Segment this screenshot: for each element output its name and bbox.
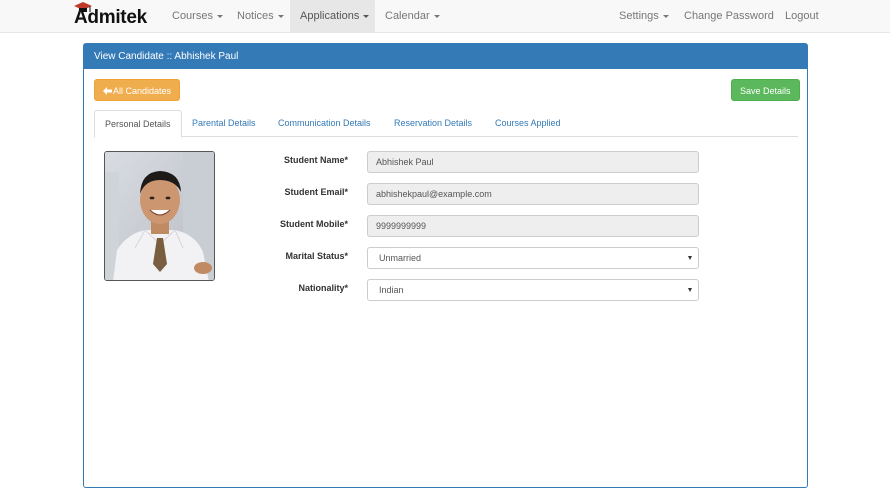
- tab-reservation-details[interactable]: Reservation Details: [384, 110, 482, 137]
- student-mobile-label: Student Mobile*: [280, 219, 348, 229]
- student-email-field[interactable]: abhishekpaul@example.com: [367, 183, 699, 205]
- candidate-photo: [104, 151, 215, 281]
- candidate-panel: View Candidate :: Abhishek Paul All Cand…: [83, 43, 808, 488]
- nav-calendar[interactable]: Calendar: [375, 0, 450, 33]
- arrow-left-icon: [103, 87, 112, 95]
- nav-change-password-label: Change Password: [684, 10, 774, 22]
- tab-personal-details[interactable]: Personal Details: [94, 110, 182, 138]
- save-details-button[interactable]: Save Details: [731, 79, 800, 101]
- all-candidates-button[interactable]: All Candidates: [94, 79, 181, 101]
- caret-down-icon: [277, 14, 284, 18]
- details-tabs: Personal Details Parental Details Commun…: [94, 110, 798, 138]
- top-navbar: Admitek Courses Notices Applications Cal…: [0, 0, 890, 33]
- save-details-label: Save Details: [740, 86, 791, 96]
- nav-settings-label: Settings: [619, 10, 659, 22]
- dropdown-arrow-icon: [688, 256, 692, 260]
- brand-logo[interactable]: Admitek: [74, 2, 147, 29]
- nav-courses[interactable]: Courses: [162, 0, 233, 33]
- marital-status-select[interactable]: Unmarried: [367, 247, 699, 269]
- student-mobile-field[interactable]: 9999999999: [367, 215, 699, 237]
- nav-notices-label: Notices: [237, 10, 274, 22]
- caret-down-icon: [662, 14, 669, 18]
- nav-courses-label: Courses: [172, 10, 213, 22]
- nav-settings[interactable]: Settings: [609, 0, 679, 33]
- caret-down-icon: [363, 14, 370, 18]
- graduation-cap-icon: [74, 2, 92, 12]
- nav-applications-label: Applications: [300, 10, 360, 22]
- dropdown-arrow-icon: [688, 288, 692, 292]
- nationality-select[interactable]: Indian: [367, 279, 699, 301]
- nav-logout[interactable]: Logout: [775, 0, 829, 33]
- tab-courses-applied[interactable]: Courses Applied: [485, 110, 571, 137]
- nationality-label: Nationality*: [298, 283, 348, 293]
- caret-down-icon: [216, 14, 223, 18]
- nav-applications[interactable]: Applications: [290, 0, 375, 33]
- marital-status-label: Marital Status*: [285, 251, 348, 261]
- nationality-value: Indian: [379, 285, 404, 295]
- nav-change-password[interactable]: Change Password: [674, 0, 784, 33]
- student-email-label: Student Email*: [284, 187, 348, 197]
- marital-status-value: Unmarried: [379, 253, 422, 263]
- tab-parental-details[interactable]: Parental Details: [182, 110, 266, 137]
- caret-down-icon: [433, 14, 440, 18]
- candidate-photo-image: [105, 152, 214, 280]
- nav-calendar-label: Calendar: [385, 10, 430, 22]
- nav-notices[interactable]: Notices: [227, 0, 294, 33]
- tab-communication-details[interactable]: Communication Details: [268, 110, 381, 137]
- nav-logout-label: Logout: [785, 10, 819, 22]
- panel-title: View Candidate :: Abhishek Paul: [84, 44, 807, 69]
- all-candidates-label: All Candidates: [113, 86, 172, 96]
- student-name-label: Student Name*: [283, 155, 348, 165]
- student-name-field[interactable]: Abhishek Paul: [367, 151, 699, 173]
